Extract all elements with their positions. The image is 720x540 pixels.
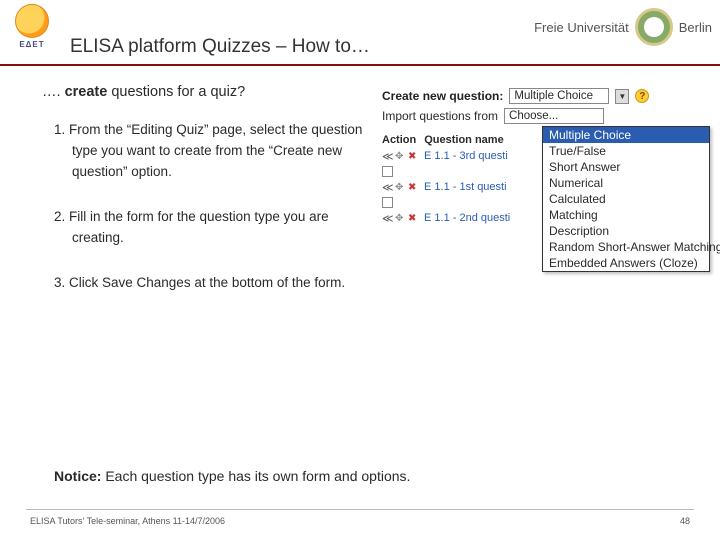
footer-left: ELISA Tutors' Tele-seminar, Athens 11-14… <box>30 516 225 526</box>
subtitle-prefix: …. <box>42 84 65 100</box>
delete-icon[interactable] <box>408 150 420 162</box>
row-action-icons[interactable] <box>382 150 420 162</box>
footer-divider <box>26 509 694 510</box>
import-row: Import questions from Choose... <box>382 108 690 124</box>
help-icon[interactable]: ? <box>635 89 649 103</box>
page-title: ELISA platform Quizzes – How to… <box>70 36 370 58</box>
subtitle-rest: questions for a quiz? <box>107 84 245 100</box>
dropdown-arrow-icon[interactable]: ▼ <box>615 89 629 104</box>
content-area: …. create questions for a quiz? 1. From … <box>0 66 720 318</box>
dropdown-option[interactable]: Calculated <box>543 191 709 207</box>
step-2: 2. Fill in the form for the question typ… <box>54 207 372 249</box>
move-icon[interactable] <box>382 150 394 162</box>
subtitle-bold: create <box>65 84 108 100</box>
dropdown-option[interactable]: Embedded Answers (Cloze) <box>543 255 709 271</box>
question-name[interactable]: E 1.1 - 3rd questi <box>424 150 508 162</box>
import-select[interactable]: Choose... <box>504 108 604 124</box>
grnet-logo-icon <box>15 4 49 38</box>
question-type-dropdown[interactable]: Multiple Choice True/False Short Answer … <box>542 126 710 272</box>
move-icon[interactable] <box>382 212 394 224</box>
col-question-name: Question name <box>424 134 503 146</box>
subtitle: …. create questions for a quiz? <box>42 84 372 100</box>
create-question-row: Create new question: Multiple Choice ▼ ? <box>382 88 690 104</box>
question-name[interactable]: E 1.1 - 2nd questi <box>424 212 510 224</box>
import-label: Import questions from <box>382 109 498 123</box>
dropdown-option[interactable]: Description <box>543 223 709 239</box>
fu-text-a: Freie Universität <box>534 20 629 35</box>
edit-icon[interactable] <box>395 150 407 162</box>
notice: Notice: Each question type has its own f… <box>54 468 410 484</box>
create-question-label: Create new question: <box>382 89 503 103</box>
checkbox[interactable] <box>382 197 393 208</box>
instructions-column: …. create questions for a quiz? 1. From … <box>42 84 372 318</box>
dropdown-option[interactable]: Matching <box>543 207 709 223</box>
dropdown-option[interactable]: True/False <box>543 143 709 159</box>
move-icon[interactable] <box>382 181 394 193</box>
create-question-select[interactable]: Multiple Choice <box>509 88 609 104</box>
checkbox[interactable] <box>382 166 393 177</box>
slide-header: ΕΔΕΤ ELISA platform Quizzes – How to… Fr… <box>0 0 720 66</box>
col-action: Action <box>382 134 416 146</box>
embedded-screenshot: Create new question: Multiple Choice ▼ ?… <box>382 88 690 318</box>
grnet-logo-text: ΕΔΕΤ <box>19 40 44 49</box>
delete-icon[interactable] <box>408 181 420 193</box>
steps-list: 1. From the “Editing Quiz” page, select … <box>42 120 372 294</box>
edit-icon[interactable] <box>395 181 407 193</box>
row-action-icons[interactable] <box>382 212 420 224</box>
question-name[interactable]: E 1.1 - 1st questi <box>424 181 507 193</box>
delete-icon[interactable] <box>408 212 420 224</box>
fu-text-b: Berlin <box>679 20 712 35</box>
notice-label: Notice: <box>54 468 101 484</box>
row-action-icons[interactable] <box>382 181 420 193</box>
step-3: 3. Click Save Changes at the bottom of t… <box>54 273 372 294</box>
fu-berlin-logo: Freie Universität Berlin <box>534 8 712 46</box>
step-1: 1. From the “Editing Quiz” page, select … <box>54 120 372 183</box>
notice-text: Each question type has its own form and … <box>101 468 410 484</box>
page-number: 48 <box>680 516 690 526</box>
dropdown-option[interactable]: Short Answer <box>543 159 709 175</box>
dropdown-option[interactable]: Multiple Choice <box>543 127 709 143</box>
grnet-logo: ΕΔΕΤ <box>6 4 58 56</box>
dropdown-option[interactable]: Numerical <box>543 175 709 191</box>
edit-icon[interactable] <box>395 212 407 224</box>
fu-seal-icon <box>635 8 673 46</box>
dropdown-option[interactable]: Random Short-Answer Matching <box>543 239 709 255</box>
